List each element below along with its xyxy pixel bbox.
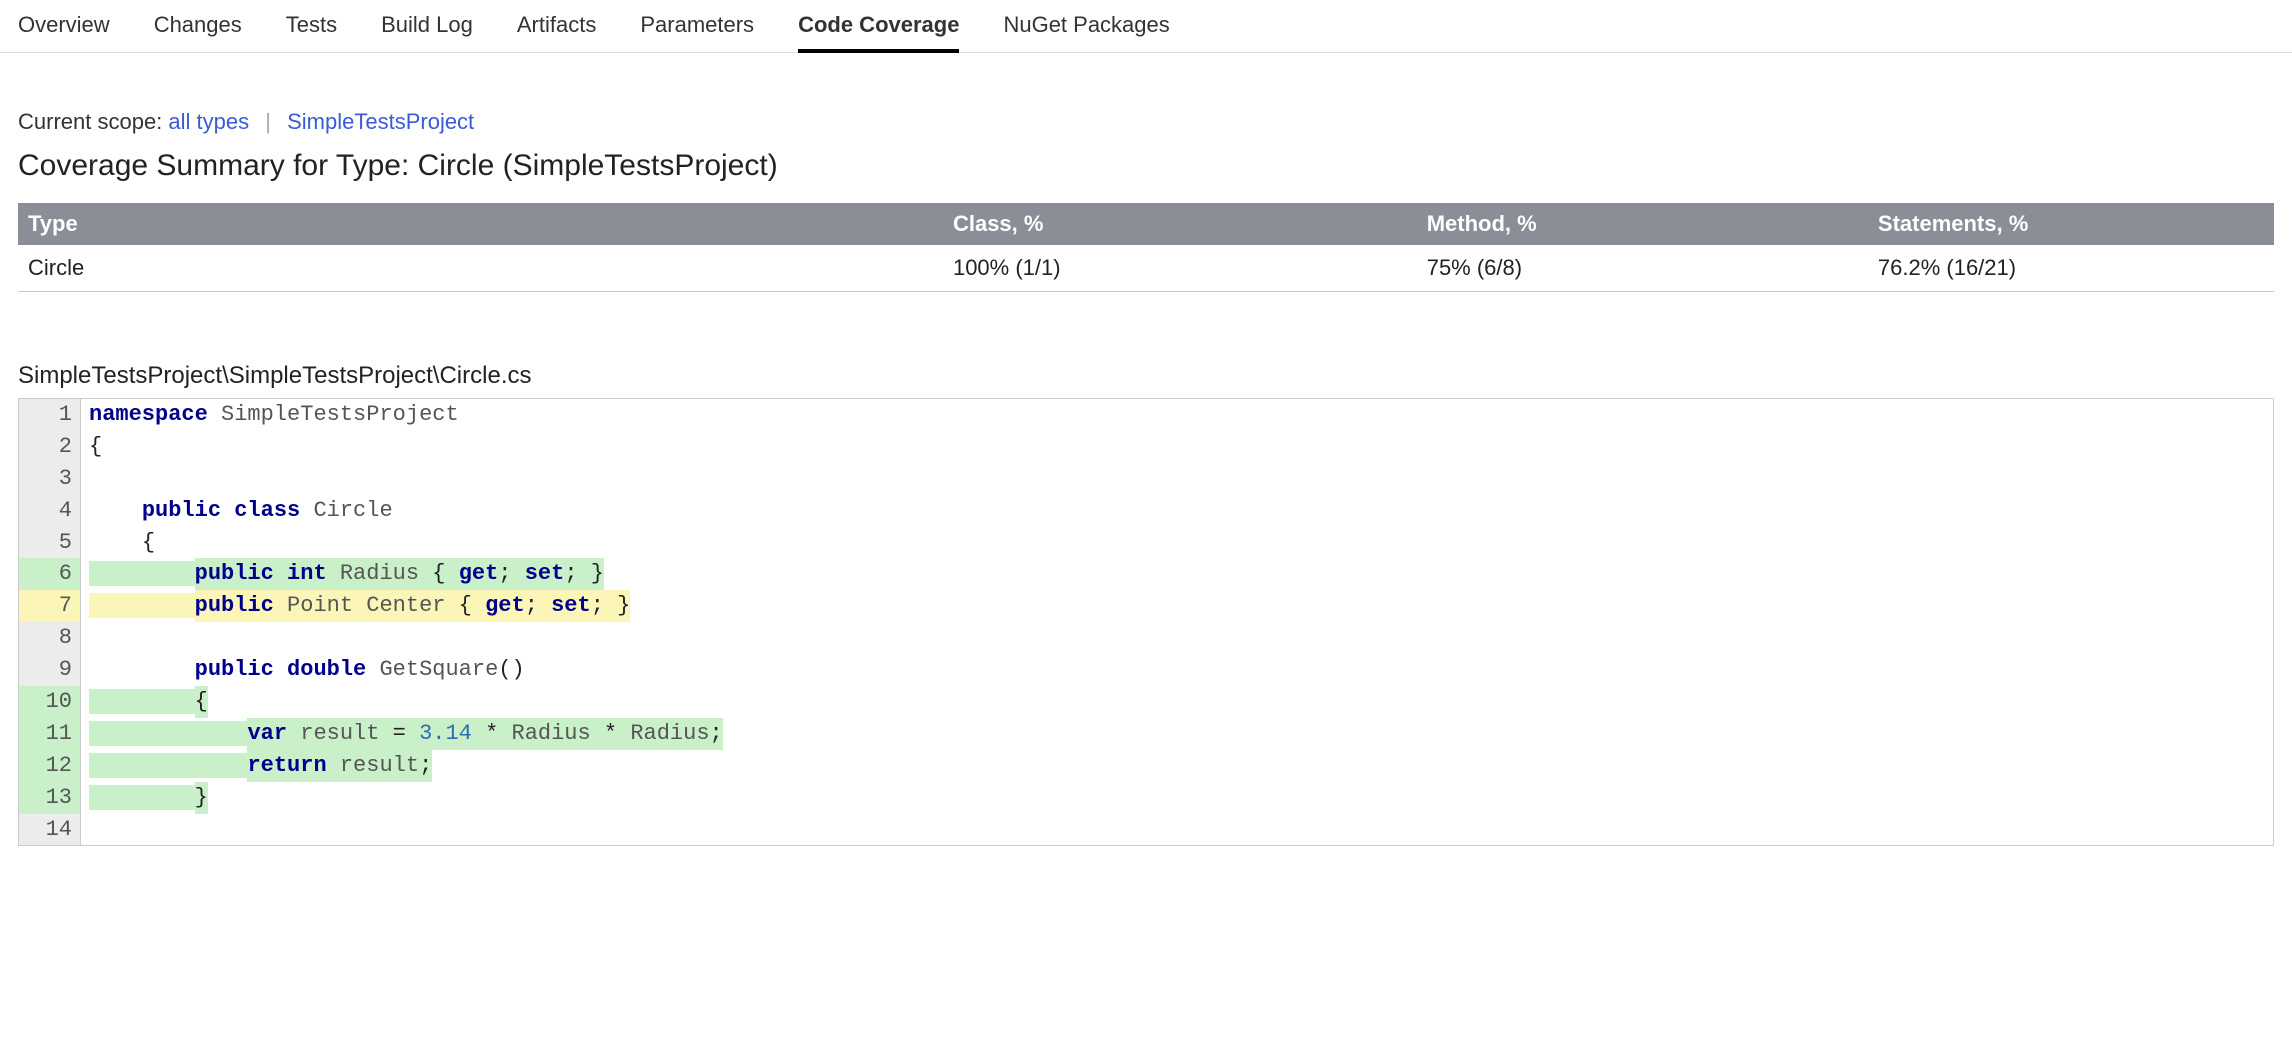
tab-build-log[interactable]: Build Log [381, 12, 473, 52]
tab-changes[interactable]: Changes [154, 12, 242, 52]
line-number: 8 [19, 622, 81, 654]
page-title: Coverage Summary for Type: Circle (Simpl… [18, 149, 2274, 183]
line-number: 1 [19, 399, 81, 431]
code-line: 5 { [19, 527, 2273, 559]
code-text: return result; [81, 750, 2273, 782]
line-number: 2 [19, 431, 81, 463]
code-text: public double GetSquare() [81, 654, 2273, 686]
line-number: 10 [19, 686, 81, 718]
code-line: 12 return result; [19, 750, 2273, 782]
breadcrumb-separator: | [265, 109, 271, 134]
line-number: 13 [19, 782, 81, 814]
line-number: 6 [19, 558, 81, 590]
table-header: Type [18, 203, 943, 245]
line-number: 14 [19, 814, 81, 846]
table-header: Class, % [943, 203, 1417, 245]
breadcrumb-link[interactable]: all types [168, 109, 249, 134]
table-header: Statements, % [1868, 203, 2274, 245]
line-number: 11 [19, 718, 81, 750]
code-text: public class Circle [81, 495, 2273, 527]
code-text [81, 463, 2273, 495]
tab-tests[interactable]: Tests [286, 12, 337, 52]
breadcrumb: Current scope: all types | SimpleTestsPr… [18, 109, 2274, 135]
code-text: { [81, 431, 2273, 463]
code-text: public Point Center { get; set; } [81, 590, 2273, 622]
table-cell: Circle [18, 245, 943, 292]
tab-code-coverage[interactable]: Code Coverage [798, 12, 959, 52]
line-number: 4 [19, 495, 81, 527]
code-line: 8 [19, 622, 2273, 654]
table-row: Circle100% (1/1)75% (6/8)76.2% (16/21) [18, 245, 2274, 292]
code-text: { [81, 527, 2273, 559]
code-line: 2{ [19, 431, 2273, 463]
table-header: Method, % [1417, 203, 1868, 245]
tab-parameters[interactable]: Parameters [640, 12, 754, 52]
code-line: 14 [19, 814, 2273, 846]
line-number: 7 [19, 590, 81, 622]
tab-nuget-packages[interactable]: NuGet Packages [1003, 12, 1169, 52]
table-cell: 75% (6/8) [1417, 245, 1868, 292]
code-line: 11 var result = 3.14 * Radius * Radius; [19, 718, 2273, 750]
code-text: { [81, 686, 2273, 718]
code-line: 4 public class Circle [19, 495, 2273, 527]
code-line: 13 } [19, 782, 2273, 814]
tab-bar: Overview Changes Tests Build Log Artifacts Pa… [0, 0, 2292, 53]
code-line: 10 { [19, 686, 2273, 718]
line-number: 12 [19, 750, 81, 782]
code-line: 1namespace SimpleTestsProject [19, 399, 2273, 431]
code-text: } [81, 782, 2273, 814]
table-cell: 100% (1/1) [943, 245, 1417, 292]
code-text: var result = 3.14 * Radius * Radius; [81, 718, 2273, 750]
breadcrumb-label: Current scope: [18, 109, 162, 134]
line-number: 5 [19, 527, 81, 559]
code-text [81, 622, 2273, 654]
code-line: 9 public double GetSquare() [19, 654, 2273, 686]
code-text: public int Radius { get; set; } [81, 558, 2273, 590]
breadcrumb-link[interactable]: SimpleTestsProject [287, 109, 474, 134]
tab-overview[interactable]: Overview [18, 12, 110, 52]
code-line: 6 public int Radius { get; set; } [19, 558, 2273, 590]
table-cell: 76.2% (16/21) [1868, 245, 2274, 292]
file-path: SimpleTestsProject\SimpleTestsProject\Ci… [18, 362, 2274, 390]
line-number: 9 [19, 654, 81, 686]
coverage-table: TypeClass, %Method, %Statements, % Circl… [18, 203, 2274, 292]
code-line: 7 public Point Center { get; set; } [19, 590, 2273, 622]
code-text [81, 814, 2273, 846]
code-text: namespace SimpleTestsProject [81, 399, 2273, 431]
line-number: 3 [19, 463, 81, 495]
code-viewer: 1namespace SimpleTestsProject2{3 4 publi… [18, 398, 2274, 846]
code-line: 3 [19, 463, 2273, 495]
tab-artifacts[interactable]: Artifacts [517, 12, 596, 52]
